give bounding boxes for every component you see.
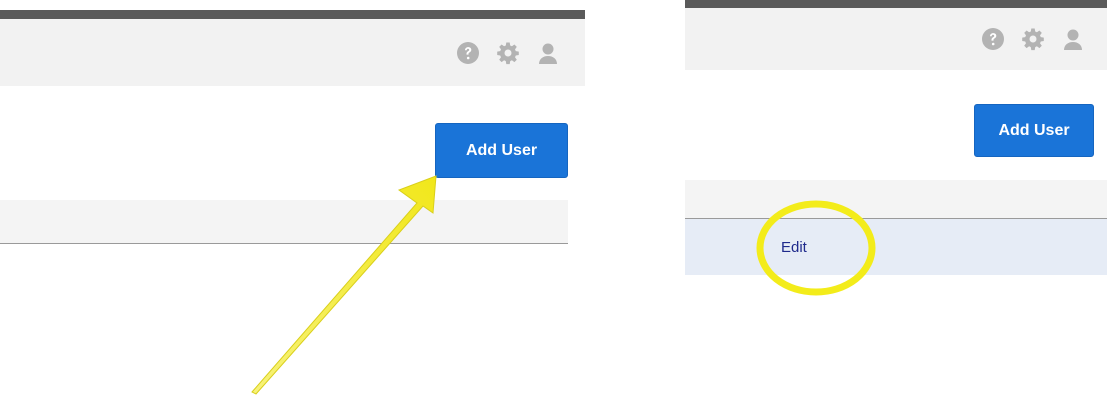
help-icon[interactable] bbox=[456, 41, 480, 65]
top-bar bbox=[0, 10, 585, 19]
add-user-button[interactable]: Add User bbox=[974, 104, 1094, 157]
table-header bbox=[0, 200, 568, 244]
left-screenshot-panel: Add User bbox=[0, 0, 585, 416]
user-icon[interactable] bbox=[536, 41, 560, 65]
header-bar bbox=[0, 19, 585, 86]
gear-icon[interactable] bbox=[1021, 27, 1045, 51]
user-icon[interactable] bbox=[1061, 27, 1085, 51]
help-icon[interactable] bbox=[981, 27, 1005, 51]
right-screenshot-panel: Add User Edit bbox=[685, 0, 1107, 416]
gear-icon[interactable] bbox=[496, 41, 520, 65]
header-icons bbox=[456, 19, 560, 86]
table-row: Edit bbox=[685, 219, 1107, 275]
header-bar bbox=[685, 8, 1107, 70]
top-bar bbox=[685, 0, 1107, 8]
table-header bbox=[685, 180, 1107, 219]
header-icons bbox=[981, 8, 1085, 70]
add-user-button[interactable]: Add User bbox=[435, 123, 568, 178]
edit-link[interactable]: Edit bbox=[781, 219, 807, 275]
